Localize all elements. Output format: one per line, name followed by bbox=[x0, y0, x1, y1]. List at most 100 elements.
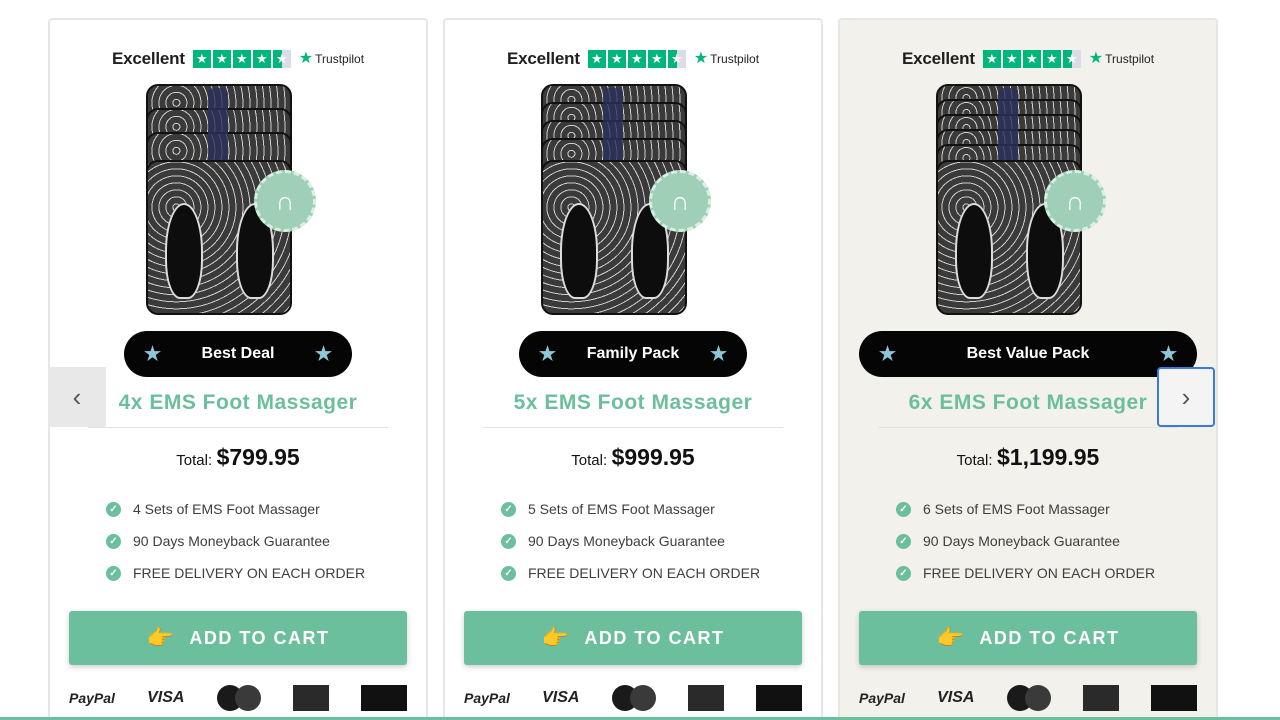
pointing-hand-icon: 👉 bbox=[541, 625, 571, 650]
price-total: Total: $799.95 bbox=[176, 444, 300, 470]
star-icon: ★ bbox=[192, 50, 211, 68]
discover-icon bbox=[360, 685, 407, 711]
star-icon: ★ bbox=[607, 50, 626, 68]
payment-methods: PayPal VISA bbox=[69, 685, 407, 711]
feature-list: ✓ 5 Sets of EMS Foot Massager ✓ 90 Days Mo… bbox=[501, 493, 821, 589]
amex-icon bbox=[292, 685, 329, 711]
product-image: ∩ bbox=[541, 84, 711, 319]
star-icon: ★ bbox=[232, 50, 251, 68]
carousel-next-button[interactable]: › bbox=[1157, 367, 1215, 427]
visa-icon: VISA bbox=[937, 689, 975, 706]
rating-text: Excellent bbox=[901, 49, 975, 68]
trustpilot-logo: ★ Trustpilot bbox=[1088, 50, 1155, 67]
divider bbox=[483, 427, 783, 428]
trustpilot-stars: ★ ★ ★ ★ ★ bbox=[982, 50, 1081, 68]
payment-methods: PayPal VISA bbox=[859, 685, 1197, 711]
paypal-icon: PayPal bbox=[859, 690, 905, 706]
badge-star-icon: ★ bbox=[314, 343, 332, 365]
paypal-icon: PayPal bbox=[69, 690, 115, 706]
feature-item: ✓ 90 Days Moneyback Guarantee bbox=[896, 525, 1216, 557]
rating-text: Excellent bbox=[506, 49, 580, 68]
check-icon: ✓ bbox=[106, 533, 121, 549]
trustpilot-stars: ★ ★ ★ ★ ★ bbox=[587, 50, 686, 68]
check-icon: ✓ bbox=[501, 565, 516, 581]
foot-icon bbox=[164, 203, 203, 299]
trustpilot-logo: ★ Trustpilot bbox=[298, 50, 365, 67]
badge-star-icon: ★ bbox=[1159, 343, 1177, 365]
add-to-cart-button[interactable]: 👉 ADD TO CART bbox=[464, 611, 802, 665]
star-icon: ★ bbox=[1002, 50, 1021, 68]
star-icon: ★ bbox=[647, 50, 666, 68]
deal-badge: ★ Family Pack ★ bbox=[519, 331, 747, 377]
product-image: ∩ bbox=[146, 84, 316, 319]
chevron-left-icon: ‹ bbox=[72, 381, 82, 412]
feature-item: ✓ FREE DELIVERY ON EACH ORDER bbox=[896, 557, 1216, 589]
check-icon: ✓ bbox=[106, 501, 121, 517]
star-icon: ★ bbox=[587, 50, 606, 68]
add-to-cart-button[interactable]: 👉 ADD TO CART bbox=[69, 611, 407, 665]
trustpilot-star-icon: ★ bbox=[693, 50, 709, 67]
visa-icon: VISA bbox=[147, 689, 185, 706]
feature-item: ✓ 90 Days Moneyback Guarantee bbox=[501, 525, 821, 557]
check-icon: ✓ bbox=[896, 565, 911, 581]
product-title[interactable]: 4x EMS Foot Massager bbox=[50, 391, 426, 415]
foot-icon bbox=[559, 203, 598, 299]
star-icon: ★ bbox=[1042, 50, 1061, 68]
deal-badge: ★ Best Deal ★ bbox=[124, 331, 352, 377]
product-card-5x: Excellent ★ ★ ★ ★ ★ ★ Trustpilot ∩ ★ Family P… bbox=[443, 18, 823, 720]
half-star-icon: ★ bbox=[272, 50, 291, 68]
badge-star-icon: ★ bbox=[539, 343, 557, 365]
carousel-prev-button[interactable]: ‹ bbox=[48, 367, 106, 427]
badge-star-icon: ★ bbox=[879, 343, 897, 365]
check-icon: ✓ bbox=[106, 565, 121, 581]
pointing-hand-icon: 👉 bbox=[936, 625, 966, 650]
paypal-icon: PayPal bbox=[464, 690, 510, 706]
pointing-hand-icon: 👉 bbox=[146, 625, 176, 650]
check-icon: ✓ bbox=[896, 533, 911, 549]
price-total: Total: $1,199.95 bbox=[956, 444, 1100, 470]
brand-seal-icon: ∩ bbox=[1044, 170, 1106, 232]
feature-item: ✓ FREE DELIVERY ON EACH ORDER bbox=[106, 557, 426, 589]
star-icon: ★ bbox=[212, 50, 231, 68]
trustpilot-logo: ★ Trustpilot bbox=[693, 50, 760, 67]
badge-star-icon: ★ bbox=[709, 343, 727, 365]
star-icon: ★ bbox=[1022, 50, 1041, 68]
trustpilot-star-icon: ★ bbox=[298, 50, 314, 67]
discover-icon bbox=[755, 685, 802, 711]
mastercard-icon bbox=[611, 685, 656, 711]
amex-icon bbox=[1082, 685, 1119, 711]
feature-item: ✓ 4 Sets of EMS Foot Massager bbox=[106, 493, 426, 525]
half-star-icon: ★ bbox=[667, 50, 686, 68]
check-icon: ✓ bbox=[501, 533, 516, 549]
divider bbox=[88, 427, 388, 428]
discover-icon bbox=[1150, 685, 1197, 711]
add-to-cart-button[interactable]: 👉 ADD TO CART bbox=[859, 611, 1197, 665]
star-icon: ★ bbox=[627, 50, 646, 68]
product-title[interactable]: 5x EMS Foot Massager bbox=[445, 391, 821, 415]
chevron-right-icon: › bbox=[1181, 381, 1191, 412]
feature-list: ✓ 6 Sets of EMS Foot Massager ✓ 90 Days Mo… bbox=[896, 493, 1216, 589]
check-icon: ✓ bbox=[501, 501, 516, 517]
feature-item: ✓ 90 Days Moneyback Guarantee bbox=[106, 525, 426, 557]
trustpilot-rating: Excellent ★ ★ ★ ★ ★ ★ Trustpilot bbox=[50, 48, 426, 70]
foot-icon bbox=[954, 203, 993, 299]
feature-item: ✓ 5 Sets of EMS Foot Massager bbox=[501, 493, 821, 525]
trustpilot-stars: ★ ★ ★ ★ ★ bbox=[192, 50, 291, 68]
product-carousel: Excellent ★ ★ ★ ★ ★ ★ Trustpilot ∩ ★ Best Dea… bbox=[0, 0, 1280, 720]
rating-text: Excellent bbox=[111, 49, 185, 68]
check-icon: ✓ bbox=[896, 501, 911, 517]
mastercard-icon bbox=[1006, 685, 1051, 711]
divider bbox=[878, 427, 1178, 428]
price-total: Total: $999.95 bbox=[571, 444, 695, 470]
star-icon: ★ bbox=[982, 50, 1001, 68]
badge-star-icon: ★ bbox=[144, 343, 162, 365]
trustpilot-rating: Excellent ★ ★ ★ ★ ★ ★ Trustpilot bbox=[840, 48, 1216, 70]
deal-badge: ★ Best Value Pack ★ bbox=[859, 331, 1197, 377]
amex-icon bbox=[687, 685, 724, 711]
visa-icon: VISA bbox=[542, 689, 580, 706]
trustpilot-rating: Excellent ★ ★ ★ ★ ★ ★ Trustpilot bbox=[445, 48, 821, 70]
half-star-icon: ★ bbox=[1062, 50, 1081, 68]
brand-seal-icon: ∩ bbox=[649, 170, 711, 232]
mastercard-icon bbox=[216, 685, 261, 711]
feature-item: ✓ FREE DELIVERY ON EACH ORDER bbox=[501, 557, 821, 589]
